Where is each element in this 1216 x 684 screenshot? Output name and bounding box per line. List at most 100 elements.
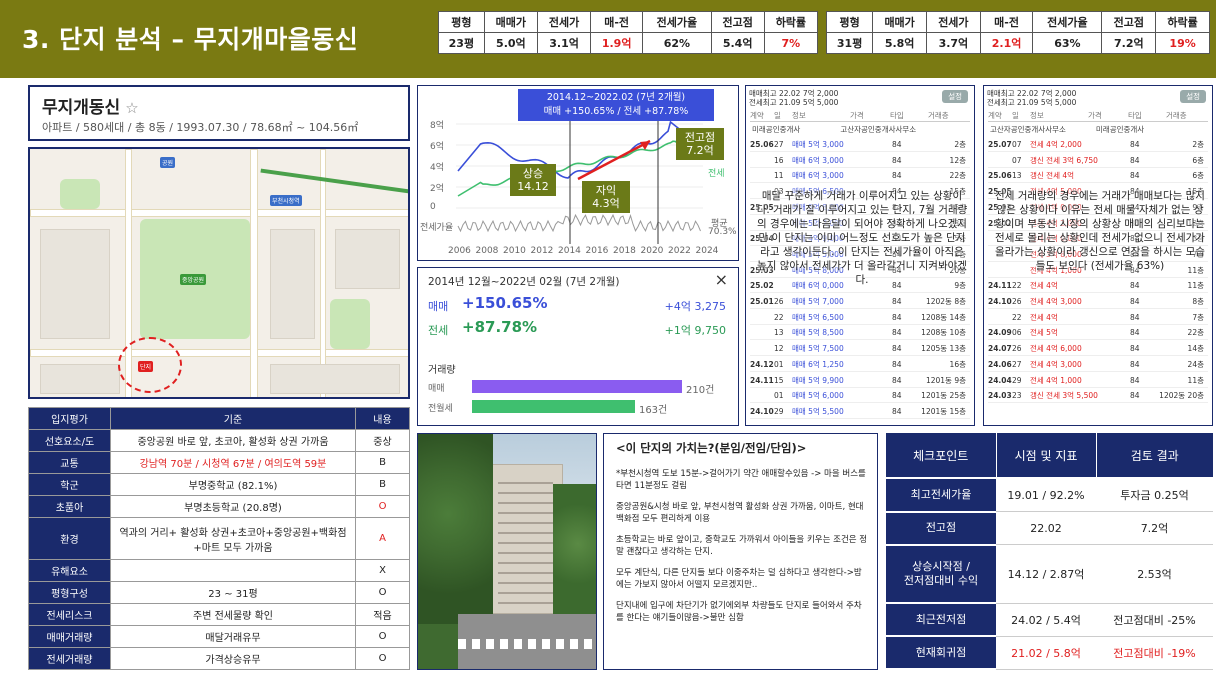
listing-cell: 22	[1012, 281, 1022, 291]
listing-cell: 13	[774, 328, 784, 338]
listing-row[interactable]: 24.11 15 매매 5억 9,900 84 1201동 9층	[750, 374, 970, 388]
volume-bar	[472, 400, 635, 413]
listing-row[interactable]: 25.06 27 매매 5억 3,000 84 2층	[750, 138, 970, 152]
y-tick: 6억	[430, 142, 445, 152]
listing-cell: 84	[1130, 140, 1140, 149]
jeonse-label: 전세	[428, 324, 449, 337]
eval-result: O	[355, 625, 410, 648]
listing-row[interactable]: 24.10 26 전세 4억 3,000 84 8층	[988, 295, 1208, 309]
listing-row[interactable]: 24.10 29 매매 5억 5,500 84 1201동 15층	[750, 405, 970, 419]
checkpoint-row: 상승시작점 / 전저점대비 수익 14.12 / 2.87억 2.53억	[886, 544, 1213, 605]
listing-cell: 84	[892, 391, 902, 401]
listing-row[interactable]: 01 매매 5억 6,000 84 1201동 25층	[750, 389, 970, 404]
eval-row: 평형구성 23 ~ 31평 O	[28, 581, 410, 605]
eval-header: 내용	[355, 407, 410, 430]
eval-key: 매매거래량	[28, 625, 111, 648]
eval-key: 환경	[28, 516, 111, 561]
listing-col-header: 정보	[792, 111, 806, 120]
listing-row[interactable]: 22 전세 4억 84 7층	[988, 311, 1208, 325]
listing-col-header: 가격	[850, 111, 864, 120]
listing-col-header: 계약	[988, 111, 1002, 120]
pyeong-value: 7%	[763, 32, 819, 54]
listing-row[interactable]: 25.07 07 전세 4억 2,000 84 2층	[988, 138, 1208, 152]
checkpoint-result: 전고점대비 -25%	[1096, 603, 1213, 637]
listing-row[interactable]: 24.09 06 전세 5억 84 22층	[988, 326, 1208, 341]
listing-row[interactable]: 13 매매 5억 8,500 84 1208동 10층	[750, 326, 970, 341]
peak-tag: 전고점 7.2억	[676, 128, 724, 160]
listing-row[interactable]: 24.12 01 매매 6억 1,250 84 16층	[750, 358, 970, 372]
checkpoint-value: 24.02 / 5.4억	[996, 603, 1096, 637]
pyeong-header: 평형	[825, 11, 874, 33]
sale-listing-panel: 매매최고 22.02 7억 2,000 전세최고 21.09 5억 5,000 …	[745, 85, 975, 426]
pyeong-value: 3.7억	[926, 32, 981, 54]
listing-row[interactable]: 16 매매 6억 3,000 84 12층	[750, 154, 970, 168]
map-label-complex: 단지	[138, 361, 154, 372]
listing-cell: 23	[1012, 391, 1022, 401]
listing-cell: 84	[892, 359, 902, 369]
listing-cell: 07	[1012, 140, 1022, 149]
listing-cell: 26	[1012, 344, 1022, 354]
listing-cell: 84	[1130, 297, 1140, 306]
listing-cell: 84	[892, 171, 902, 181]
listing-row[interactable]: 24.03 23 갱신 전세 3억 5,500 84 1202동 20층	[988, 389, 1208, 404]
sale-amount: +4억 3,275	[664, 300, 726, 313]
summary-panel: 2014년 12월~2022년 02월 (7년 2개월) × 매매 +150.6…	[417, 267, 739, 426]
close-icon[interactable]: ×	[715, 270, 728, 289]
listing-cell: 갱신 전세 3억 5,500	[1030, 391, 1098, 401]
listing-row[interactable]: 25.06 13 갱신 전세 4억 84 6층	[988, 169, 1208, 184]
listing-cell: 11층	[1187, 375, 1204, 385]
eval-header: 기준	[110, 407, 356, 430]
listing-cell: 27	[774, 140, 784, 149]
listing-row[interactable]: 24.04 29 전세 4억 1,000 84 11층	[988, 374, 1208, 388]
listing-cell: 29	[1012, 375, 1022, 385]
listing-cell: 25.06	[750, 140, 774, 149]
listing-cell: 매매 6억 1,250	[792, 359, 844, 369]
listing-row[interactable]: 22 매매 5억 6,500 84 1208동 14층	[750, 311, 970, 325]
listing-cell: 84	[1130, 155, 1140, 165]
listing-row[interactable]: 24.06 27 전세 4억 3,000 84 24층	[988, 358, 1208, 372]
jeonse-pct: +87.78%	[462, 318, 538, 336]
pyeong-value: 23평	[438, 32, 485, 54]
listing-cell: 1201동 25층	[921, 391, 966, 401]
star-icon[interactable]: ☆	[125, 99, 138, 117]
listing-col-header: 계약	[750, 111, 764, 120]
eval-key: 학군	[28, 472, 111, 496]
checkpoint-result: 투자금 0.25억	[1096, 478, 1213, 513]
pyeong-header: 하락률	[1155, 11, 1210, 33]
listing-cell: 24.09	[988, 328, 1012, 338]
eval-row: 전세리스크 주변 전세물량 확인 적음	[28, 603, 410, 627]
map-panel[interactable]: 공원 부천시청역 중앙공원 단지	[28, 147, 410, 399]
listing-cell: 매매 6억 3,000	[792, 155, 844, 165]
listing-row[interactable]: 11 매매 6억 3,000 84 22층	[750, 169, 970, 184]
eval-key: 초품아	[28, 494, 111, 518]
pyeong-header: 매-전	[979, 11, 1034, 33]
checkpoint-row: 현재회귀점 21.02 / 5.8억 전고점대비 -19%	[886, 636, 1213, 670]
agent-3: 고산자공인중개사사무소	[990, 125, 1066, 134]
listing-cell: 84	[1130, 359, 1140, 369]
pyeong-header: 전세가율	[1032, 11, 1103, 33]
x-tick: 2020	[640, 246, 664, 256]
listing-cell: 06	[1012, 328, 1022, 338]
listing-row[interactable]: 24.07 26 전세 4억 6,000 84 14층	[988, 342, 1208, 357]
listing-cell: 14층	[1187, 344, 1204, 354]
listing-row[interactable]: 12 매매 5억 7,500 84 1205동 13층	[750, 342, 970, 357]
listing-cell: 전세 4억 3,000	[1030, 297, 1082, 306]
eval-criteria	[110, 559, 356, 583]
settings-button-2[interactable]: 설정	[1180, 90, 1206, 103]
settings-button[interactable]: 설정	[942, 90, 968, 103]
listing-cell: 24층	[1187, 359, 1204, 369]
complex-name-box: 무지개동신 ☆ 아파트 / 580세대 / 총 8동 / 1993.07.30 …	[28, 85, 410, 141]
pyeong-header: 전고점	[1101, 11, 1157, 33]
listing-row[interactable]: 24.11 22 전세 4억 84 11층	[988, 279, 1208, 294]
pyeong-header: 매-전	[590, 11, 644, 33]
listing-row[interactable]: 07 갱신 전세 3억 6,750 84 6층	[988, 154, 1208, 168]
listing-row[interactable]: 25.01 26 매매 5억 7,000 84 1202동 8층	[750, 295, 970, 309]
listing-cell: 1201동 9층	[925, 375, 966, 385]
listing-cell: 22	[1012, 312, 1022, 322]
listing-cell: 25.06	[988, 171, 1012, 181]
x-tick: 2006	[448, 246, 471, 256]
listing-cell: 매매 5억 9,900	[792, 375, 844, 385]
price-chart-panel: 2014.12~2022.02 (7년 2개월) 매매 +150.65% / 전…	[417, 85, 739, 261]
listing-cell: 매매 5억 6,500	[792, 312, 844, 322]
listing-cell: 전세 4억 1,000	[1030, 375, 1082, 385]
